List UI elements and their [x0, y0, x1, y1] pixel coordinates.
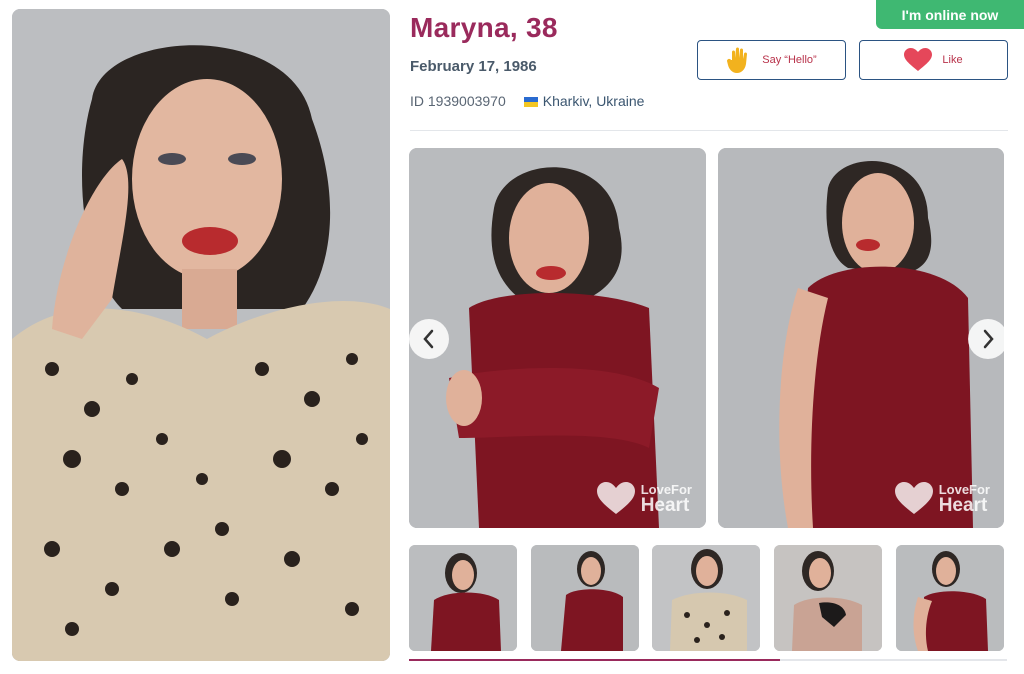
thumbnail-2-illustration [531, 545, 639, 651]
ukraine-flag-icon [523, 97, 538, 107]
profile-location: Kharkiv, Ukraine [523, 93, 645, 109]
thumbnail-2[interactable] [531, 545, 639, 651]
profile-id: ID 1939003970 [410, 93, 506, 109]
thumbnail-5[interactable] [896, 545, 1004, 651]
watermark-bottom-text: Heart [938, 495, 988, 516]
like-label: Like [942, 54, 963, 66]
profile-birthdate: February 17, 1986 [410, 58, 537, 75]
thumbnail-4-illustration [774, 545, 882, 651]
online-status-badge: I'm online now [876, 0, 1024, 29]
waving-hand-icon [727, 47, 748, 73]
profile-meta: ID 1939003970 Kharkiv, Ukraine [410, 93, 644, 109]
lovefor-heart-watermark: LoveFor Heart [894, 482, 990, 516]
main-profile-photo[interactable] [12, 9, 390, 661]
gallery-photo-1-illustration [409, 148, 706, 528]
say-hello-button[interactable]: Say “Hello” [697, 40, 846, 80]
thumbnail-strip [409, 545, 1004, 651]
gallery-photo-2[interactable]: LoveFor Heart [718, 148, 1004, 528]
location-text: Kharkiv, Ukraine [542, 93, 645, 109]
say-hello-label: Say “Hello” [762, 54, 817, 66]
profile-name: Maryna, 38 [410, 12, 558, 43]
lovefor-heart-watermark: LoveFor Heart [596, 482, 692, 516]
gallery-photo-2-illustration [718, 148, 1004, 528]
like-button[interactable]: Like [859, 40, 1008, 80]
gallery-prev-button[interactable] [409, 319, 449, 359]
gallery-photo-1[interactable]: LoveFor Heart [409, 148, 706, 528]
thumbnail-3-illustration [652, 545, 760, 651]
header-divider [410, 130, 1008, 131]
heart-icon [904, 48, 933, 71]
chevron-right-icon [983, 329, 994, 349]
thumbnail-5-illustration [896, 545, 1004, 651]
watermark-heart-icon [894, 482, 933, 514]
main-photo-illustration [12, 9, 390, 661]
watermark-bottom-text: Heart [640, 495, 690, 516]
thumbnail-3[interactable] [652, 545, 760, 651]
gallery-next-button[interactable] [968, 319, 1008, 359]
gallery-progress-track [409, 659, 1007, 661]
thumbnail-1-illustration [409, 545, 517, 651]
thumbnail-4[interactable] [774, 545, 882, 651]
chevron-left-icon [423, 329, 434, 349]
watermark-heart-icon [596, 482, 635, 514]
thumbnail-1[interactable] [409, 545, 517, 651]
gallery-progress-fill [409, 659, 780, 661]
